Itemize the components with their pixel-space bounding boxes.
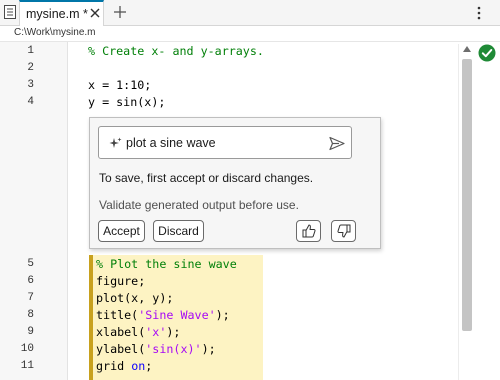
close-icon[interactable]: [89, 7, 101, 19]
code-line-5[interactable]: % Plot the sine wave: [96, 256, 237, 273]
sparkle-icon: [109, 137, 122, 148]
prompt-input[interactable]: plot a sine wave: [98, 126, 352, 159]
line-number: 2: [27, 62, 34, 74]
line-number: 11: [20, 360, 34, 372]
copilot-prompt-panel: plot a sine wave To save, first accept o…: [89, 117, 381, 249]
validation-note: Validate generated output before use.: [99, 198, 299, 212]
vertical-scrollbar[interactable]: [458, 44, 474, 380]
tab-mysine[interactable]: mysine.m *: [19, 0, 104, 27]
code-token: );: [201, 342, 216, 356]
line-number: 4: [27, 96, 34, 108]
code-token: );: [166, 325, 181, 339]
code-string: 'sin(x)': [145, 342, 202, 356]
code-line-1[interactable]: % Create x- and y-arrays.: [88, 43, 264, 60]
send-icon[interactable]: [329, 136, 345, 151]
code-string: 'x': [145, 325, 167, 339]
code-line-9[interactable]: xlabel('x');: [96, 324, 180, 341]
editor-tab-bar: mysine.m *: [0, 0, 500, 27]
line-number: 8: [27, 309, 34, 321]
prompt-text: plot a sine wave: [126, 136, 216, 150]
file-path-bar: C:\Work\mysine.m: [0, 26, 500, 42]
file-path: C:\Work\mysine.m: [14, 27, 96, 38]
code-token: );: [215, 308, 230, 322]
code-line-10[interactable]: ylabel('sin(x)');: [96, 341, 216, 358]
thumbs-up-icon: [302, 224, 316, 238]
code-string: 'Sine Wave': [138, 308, 216, 322]
code-keyword: on: [131, 359, 146, 373]
code-token: grid: [96, 359, 132, 373]
plus-icon[interactable]: [113, 5, 127, 19]
code-line-3[interactable]: x = 1:10;: [88, 77, 151, 94]
vertical-ellipsis-icon[interactable]: [476, 5, 482, 21]
code-token: ylabel(: [96, 342, 146, 356]
check-circle-icon[interactable]: [478, 44, 496, 62]
line-number-gutter: [0, 42, 68, 380]
code-line-8[interactable]: title('Sine Wave');: [96, 307, 230, 324]
accept-button[interactable]: Accept: [98, 220, 145, 242]
line-number: 7: [27, 292, 34, 304]
line-number: 1: [27, 45, 34, 57]
line-number: 9: [27, 326, 34, 338]
thumbs-down-button[interactable]: [331, 220, 356, 242]
code-line-7[interactable]: plot(x, y);: [96, 290, 173, 307]
code-token: ;: [145, 359, 153, 373]
code-token: title(: [96, 308, 139, 322]
line-number: 10: [20, 343, 34, 355]
scroll-up-arrow-icon[interactable]: [463, 46, 471, 52]
line-number: 6: [27, 275, 34, 287]
thumbs-up-button[interactable]: [296, 220, 321, 242]
code-line-11[interactable]: grid on;: [96, 358, 152, 375]
discard-button[interactable]: Discard: [153, 220, 204, 242]
line-number: 5: [27, 258, 34, 270]
code-line-4[interactable]: y = sin(x);: [88, 94, 165, 111]
file-icon: [4, 5, 16, 19]
scrollbar-thumb[interactable]: [462, 59, 472, 331]
line-number: 3: [27, 79, 34, 91]
code-token: xlabel(: [96, 325, 146, 339]
code-line-6[interactable]: figure;: [96, 273, 145, 290]
thumbs-down-icon: [337, 224, 351, 238]
tab-label: mysine.m *: [26, 7, 88, 21]
save-warning-message: To save, first accept or discard changes…: [99, 171, 314, 185]
